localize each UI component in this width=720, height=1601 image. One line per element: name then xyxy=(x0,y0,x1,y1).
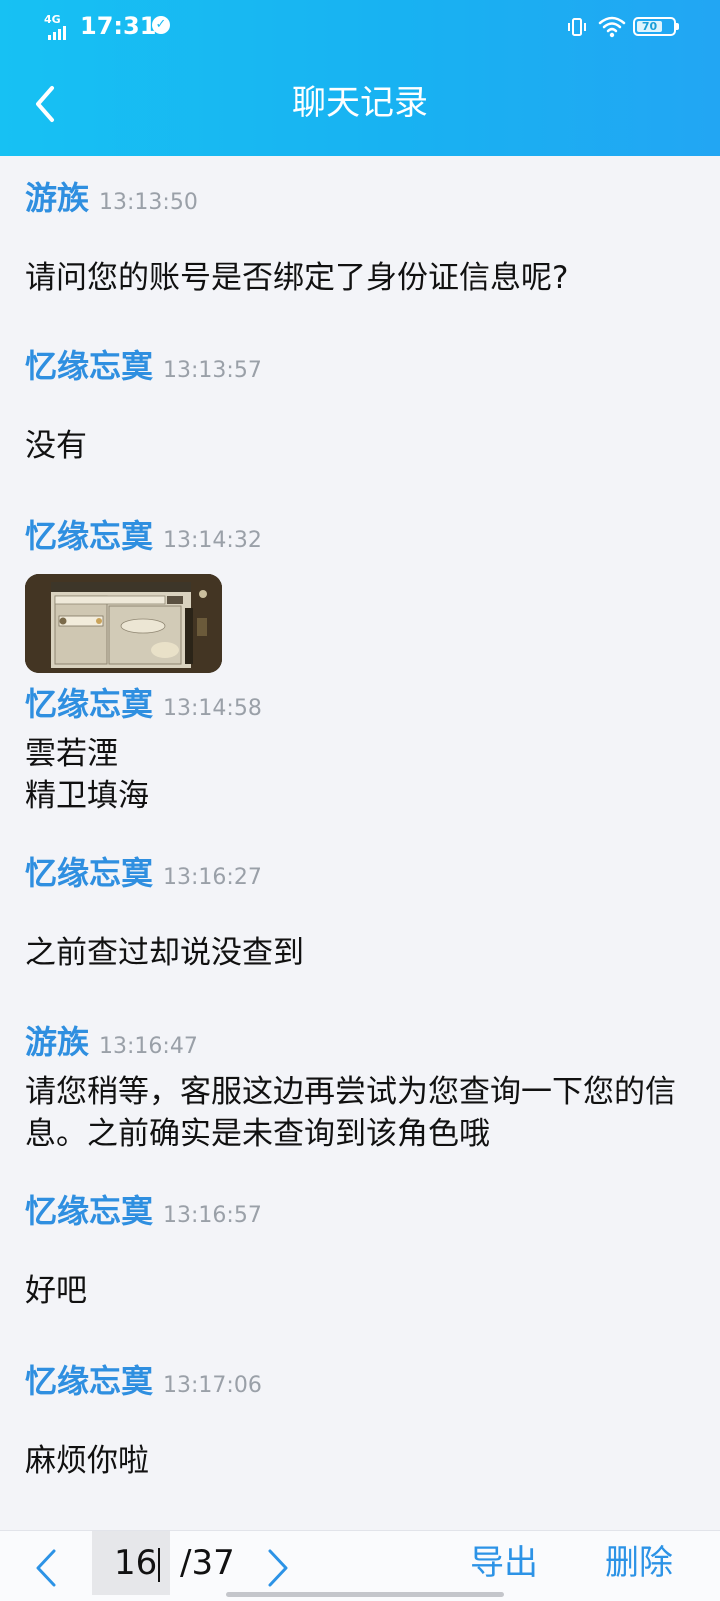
message-time: 13:16:57 xyxy=(163,1203,262,1228)
message-time: 13:16:47 xyxy=(99,1034,198,1059)
battery-icon: 70 xyxy=(633,17,679,36)
image-message-thumbnail[interactable] xyxy=(25,574,222,673)
home-indicator[interactable] xyxy=(226,1592,504,1597)
chat-message: 忆缘忘寞 13:16:27 之前查过却说没查到 xyxy=(25,853,705,974)
message-sender[interactable]: 忆缘忘寞 xyxy=(25,1192,153,1230)
message-text: 麻烦你啦 xyxy=(25,1443,149,1479)
status-bar: 4G 17:31 ✓ 70 xyxy=(0,0,720,56)
delete-button[interactable]: 删除 xyxy=(605,1531,673,1595)
network-type: 4G xyxy=(44,13,61,26)
chevron-left-icon xyxy=(36,1549,56,1587)
message-text: 好吧 xyxy=(25,1273,87,1309)
message-sender[interactable]: 忆缘忘寞 xyxy=(25,854,153,892)
signal-icon: 4G xyxy=(44,14,72,40)
message-text: 请您稍等，客服这边再尝试为您查询一下您的信息。之前确实是未查询到该角色哦 xyxy=(25,1074,676,1152)
chat-message: 忆缘忘寞 13:17:06 麻烦你啦 xyxy=(25,1361,705,1482)
chat-message: 游族 13:16:47 请您稍等，客服这边再尝试为您查询一下您的信息。之前确实是未… xyxy=(25,1022,705,1155)
message-sender[interactable]: 忆缘忘寞 xyxy=(25,685,153,723)
chat-message: 忆缘忘寞 13:14:58 雲若湮 精卫填海 xyxy=(25,684,705,817)
chat-message: 忆缘忘寞 13:13:57 没有 xyxy=(25,346,705,467)
previous-page-button[interactable] xyxy=(30,1545,62,1591)
battery-percentage: 70 xyxy=(641,20,658,33)
text-caret xyxy=(158,1547,161,1582)
check-circle-icon: ✓ xyxy=(152,16,170,34)
vibrate-icon xyxy=(568,18,586,36)
export-button[interactable]: 导出 xyxy=(470,1531,538,1595)
message-time: 13:14:58 xyxy=(163,696,262,721)
message-time: 13:14:32 xyxy=(163,528,262,553)
message-sender[interactable]: 游族 xyxy=(25,179,89,217)
page-total: /37 xyxy=(180,1543,235,1583)
wifi-icon xyxy=(598,16,626,38)
message-sender[interactable]: 忆缘忘寞 xyxy=(25,517,153,555)
message-time: 13:17:06 xyxy=(163,1373,262,1398)
message-time: 13:13:57 xyxy=(163,358,262,383)
message-time: 13:16:27 xyxy=(163,865,262,890)
status-time: 17:31 xyxy=(80,12,157,40)
message-sender[interactable]: 忆缘忘寞 xyxy=(25,347,153,385)
message-text: 雲若湮 精卫填海 xyxy=(25,736,149,814)
chevron-right-icon xyxy=(268,1549,288,1587)
chat-message: 忆缘忘寞 13:14:32 xyxy=(25,516,705,676)
message-sender[interactable]: 游族 xyxy=(25,1023,89,1061)
message-sender[interactable]: 忆缘忘寞 xyxy=(25,1362,153,1400)
page-title: 聊天记录 xyxy=(292,83,428,123)
pagination-bar: 16 /37 导出 删除 xyxy=(0,1530,720,1601)
page-number-input[interactable]: 16 xyxy=(92,1531,170,1595)
message-time: 13:13:50 xyxy=(99,190,198,215)
message-text: 请问您的账号是否绑定了身份证信息呢? xyxy=(25,260,569,296)
message-text: 之前查过却说没查到 xyxy=(25,935,304,971)
page-number-value: 16 xyxy=(114,1543,158,1583)
chat-message: 忆缘忘寞 13:16:57 好吧 xyxy=(25,1191,705,1312)
chat-message: 游族 13:13:50 请问您的账号是否绑定了身份证信息呢? xyxy=(25,178,705,299)
header-bar: 4G 17:31 ✓ 70 聊天记录 xyxy=(0,0,720,156)
game-screenshot-image xyxy=(25,574,222,673)
next-page-button[interactable] xyxy=(262,1545,294,1591)
message-text: 没有 xyxy=(25,428,87,464)
battery-level: 70 xyxy=(637,21,662,32)
chat-history-list[interactable]: 游族 13:13:50 请问您的账号是否绑定了身份证信息呢? 忆缘忘寞 13:13:… xyxy=(0,156,720,1530)
